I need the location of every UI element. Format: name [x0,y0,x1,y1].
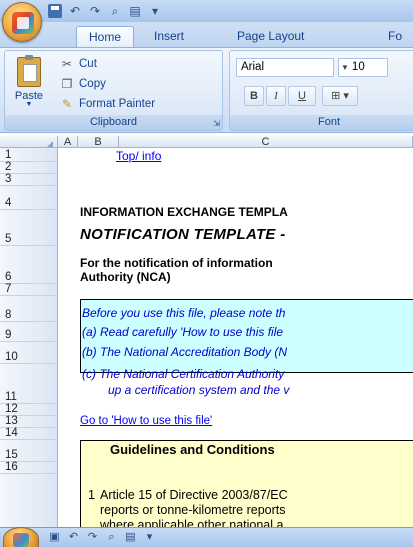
notification-text-line-2: Authority (NCA) [80,270,171,284]
paste-button[interactable]: Paste ▼ [11,55,47,111]
row-header[interactable]: 9 [0,322,58,342]
row-header[interactable]: 11 [0,364,58,404]
column-header-c[interactable]: C [119,136,413,148]
redo-icon[interactable]: ↷ [88,4,102,18]
notice-line-4: (c) The National Certification Authority [82,367,285,381]
borders-button[interactable]: ⊞ ▾ [322,86,358,106]
borders-icon: ⊞ ▾ [331,90,349,102]
ribbon: Paste ▼ ✂ Cut ❐ Copy ✎ Format Painter Cl… [0,47,413,133]
column-header-b[interactable]: B [78,136,119,148]
row-header[interactable]: 15 [0,440,58,462]
quick-access-toolbar: ▣ ↶ ↷ ⌕ ▤ ▾ [48,531,156,544]
row-header[interactable]: 3 [0,173,58,186]
exchange-title: INFORMATION EXCHANGE TEMPLA [80,205,288,219]
cut-button[interactable]: ✂ Cut [59,55,97,73]
quick-print-icon[interactable]: ▤ [128,4,142,18]
save-icon[interactable]: ▣ [48,531,61,544]
notification-title: NOTIFICATION TEMPLATE - [80,226,286,243]
print-preview-icon[interactable]: ⌕ [108,4,122,18]
save-icon[interactable] [48,4,62,18]
font-group: Arial ▼ 10 B I U ⊞ ▾ Font [229,50,413,131]
office-logo-icon [12,12,34,34]
tab-page-layout[interactable]: Page Layout [237,26,304,47]
notice-line-3: (b) The National Accreditation Body (N [82,345,287,359]
column-headers: A B C [0,136,413,148]
font-name-field[interactable]: Arial [236,58,334,77]
worksheet-grid[interactable]: Top/ info INFORMATION EXCHANGE TEMPLA NO… [58,148,413,547]
chevron-down-icon[interactable]: ▼ [341,59,349,76]
tab-insert[interactable]: Insert [154,26,184,47]
underline-button[interactable]: U [288,86,316,106]
top-info-link[interactable]: Top/ info [116,149,161,163]
excel-window: ↶ ↷ ⌕ ▤ ▾ Home Insert Page Layout Fo Pas… [0,0,413,547]
customize-toolbar-icon[interactable]: ▾ [143,531,156,544]
tab-home[interactable]: Home [76,26,134,47]
font-group-label: Font [230,115,413,130]
notice-line-1: Before you use this file, please note th [82,306,286,320]
bold-button[interactable]: B [244,86,264,106]
font-size-field[interactable]: ▼ 10 [338,58,388,77]
clipboard-group-label: Clipboard [5,115,222,130]
notice-line-2: (a) Read carefully 'How to use this file [82,325,284,339]
row-header[interactable]: 5 [0,210,58,246]
office-button[interactable] [3,527,39,547]
font-size-value: 10 [351,61,365,73]
notice-line-5: up a certification system and the v [108,383,290,397]
row-header[interactable]: 6 [0,246,58,284]
print-preview-icon[interactable]: ⌕ [105,531,118,544]
copy-icon: ❐ [61,77,73,91]
customize-toolbar-icon[interactable]: ▾ [148,4,162,18]
notification-text-line-1: For the notification of information [80,256,273,270]
clipboard-group: Paste ▼ ✂ Cut ❐ Copy ✎ Format Painter Cl… [4,50,223,131]
scissors-icon: ✂ [61,57,73,71]
format-painter-button[interactable]: ✎ Format Painter [59,95,155,113]
row-header[interactable]: 1 [0,148,58,162]
quick-access-toolbar: ↶ ↷ ⌕ ▤ ▾ [48,3,162,19]
row-header[interactable]: 4 [0,186,58,210]
title-bar: ↶ ↷ ⌕ ▤ ▾ [0,0,413,22]
cut-label: Cut [79,58,97,70]
how-to-use-link[interactable]: Go to 'How to use this file' [80,415,212,427]
row-header[interactable]: 7 [0,283,58,296]
row-header[interactable]: 14 [0,427,58,440]
copy-button[interactable]: ❐ Copy [59,75,106,93]
clipboard-icon [17,55,41,87]
copy-label: Copy [79,78,106,90]
office-button[interactable] [2,2,42,42]
row-header[interactable]: 16 [0,461,58,474]
column-header-a[interactable]: A [58,136,78,148]
paintbrush-icon: ✎ [61,97,73,111]
undo-icon[interactable]: ↶ [68,4,82,18]
quick-print-icon[interactable]: ▤ [124,531,137,544]
select-all-button[interactable] [0,136,58,148]
guideline-number: 1 [88,488,95,502]
italic-button[interactable]: I [266,86,286,106]
guideline-line-1: Article 15 of Directive 2003/87/EC [100,488,288,502]
row-headers: 1 2 3 4 5 6 7 8 9 10 11 12 13 14 15 16 [0,148,58,547]
undo-icon[interactable]: ↶ [67,531,80,544]
second-window-title-bar: ▣ ↶ ↷ ⌕ ▤ ▾ [0,527,413,547]
redo-icon[interactable]: ↷ [86,531,99,544]
row-header[interactable]: 8 [0,296,58,322]
row-header[interactable]: 10 [0,342,58,364]
format-painter-label: Format Painter [79,98,156,110]
ribbon-tab-row: Home Insert Page Layout Fo [0,22,413,47]
tab-formulas[interactable]: Fo [388,26,402,47]
dialog-launcher-icon[interactable]: ⇲ [213,119,220,128]
chevron-down-icon[interactable]: ▼ [11,101,47,108]
guideline-line-2: reports or tonne-kilometre reports [100,503,286,517]
guidelines-title: Guidelines and Conditions [110,442,275,457]
